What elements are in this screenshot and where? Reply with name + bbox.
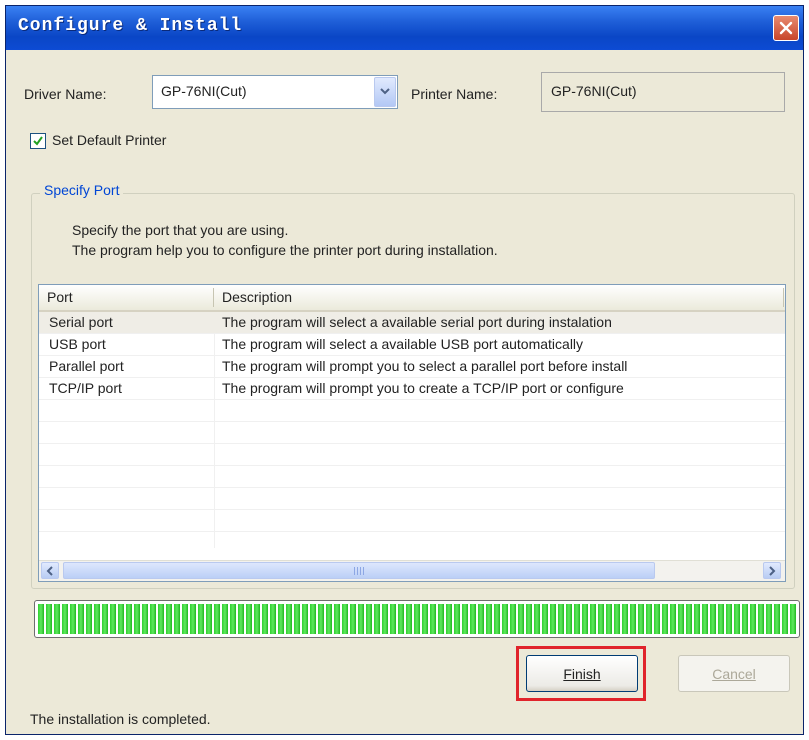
- driver-name-label: Driver Name:: [24, 86, 107, 102]
- chevron-down-icon: [380, 88, 390, 95]
- driver-name-value: GP-76NI(Cut): [161, 83, 247, 99]
- close-icon: [779, 21, 793, 35]
- table-row[interactable]: USB port The program will select a avail…: [39, 334, 785, 356]
- cancel-button[interactable]: Cancel: [678, 655, 790, 692]
- finish-label: Finish: [563, 665, 601, 682]
- cancel-label: Cancel: [712, 665, 756, 682]
- close-button[interactable]: [773, 15, 799, 41]
- table-row[interactable]: TCP/IP port The program will prompt you …: [39, 378, 785, 400]
- scroll-left-button[interactable]: [41, 562, 59, 579]
- window-title: Configure & Install: [18, 16, 243, 36]
- empty-row: [39, 466, 785, 488]
- printer-name-label: Printer Name:: [411, 86, 498, 102]
- empty-row: [39, 488, 785, 510]
- specify-port-title: Specify Port: [40, 182, 124, 198]
- empty-row: [39, 510, 785, 532]
- description-cell: The program will select a available seri…: [222, 314, 612, 330]
- port-instruction-line2: The program help you to configure the pr…: [72, 242, 498, 258]
- description-cell: The program will prompt you to create a …: [222, 380, 624, 396]
- column-header-port[interactable]: Port: [39, 285, 214, 310]
- description-cell: The program will select a available USB …: [222, 336, 584, 352]
- description-cell: The program will prompt you to select a …: [222, 358, 628, 374]
- port-list[interactable]: Port Description Serial port The program…: [38, 284, 786, 582]
- dropdown-button[interactable]: [374, 77, 396, 107]
- table-row[interactable]: Serial port The program will select a av…: [39, 312, 785, 334]
- configure-install-dialog: Configure & Install Driver Name: GP-76NI…: [5, 5, 804, 735]
- port-cell: Parallel port: [49, 358, 124, 374]
- progress-fill: [38, 604, 796, 634]
- port-cell: USB port: [49, 336, 106, 352]
- finish-button[interactable]: Finish: [526, 655, 638, 692]
- chevron-left-icon: [46, 565, 53, 576]
- port-cell: Serial port: [49, 314, 113, 330]
- set-default-printer-label[interactable]: Set Default Printer: [52, 132, 166, 148]
- port-instruction-line1: Specify the port that you are using.: [72, 222, 289, 238]
- scroll-right-button[interactable]: [763, 562, 781, 579]
- port-cell: TCP/IP port: [49, 380, 122, 396]
- port-list-header: Port Description: [39, 285, 785, 312]
- empty-row: [39, 400, 785, 422]
- install-progress-bar: [34, 600, 800, 638]
- column-header-description[interactable]: Description: [214, 285, 614, 310]
- horizontal-scrollbar[interactable]: [39, 560, 785, 581]
- set-default-printer-checkbox[interactable]: [30, 133, 46, 149]
- empty-row: [39, 422, 785, 444]
- title-bar[interactable]: Configure & Install: [6, 6, 803, 50]
- port-list-rows: Serial port The program will select a av…: [39, 312, 785, 532]
- chevron-right-icon: [769, 565, 776, 576]
- table-row[interactable]: Parallel port The program will prompt yo…: [39, 356, 785, 378]
- driver-name-dropdown[interactable]: GP-76NI(Cut): [152, 75, 398, 109]
- printer-name-value: GP-76NI(Cut): [551, 83, 637, 99]
- status-text: The installation is completed.: [30, 711, 211, 727]
- printer-name-field: GP-76NI(Cut): [541, 72, 785, 112]
- empty-row: [39, 444, 785, 466]
- scroll-thumb[interactable]: [63, 562, 655, 579]
- check-icon: [33, 136, 43, 146]
